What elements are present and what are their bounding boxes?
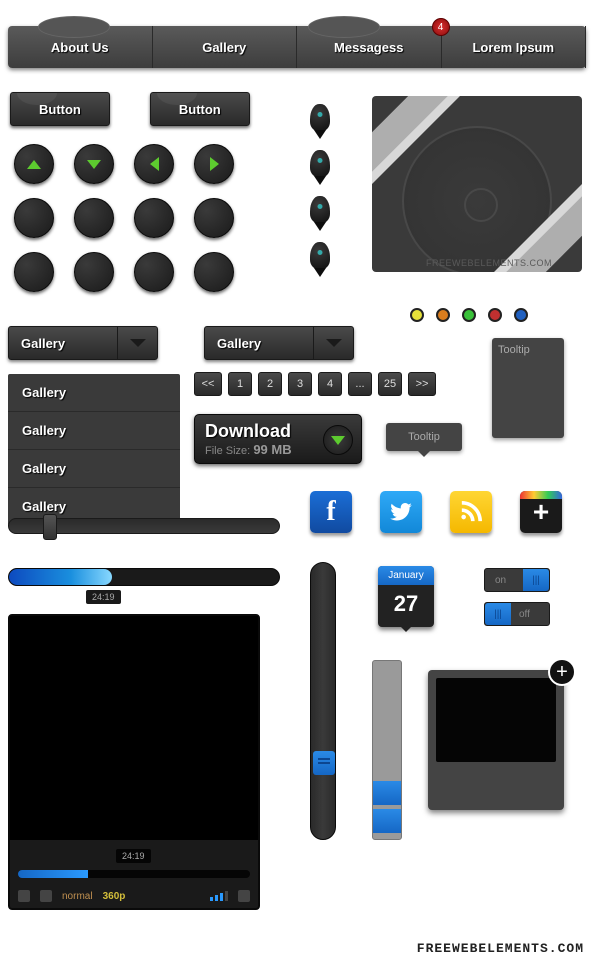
top-nav: About Us Gallery Messagess Lorem Ipsum 4	[8, 26, 586, 68]
slider-vertical[interactable]	[310, 562, 336, 840]
toggle-label: off	[511, 609, 530, 620]
stop-button[interactable]	[40, 890, 52, 902]
notification-badge: 4	[432, 18, 450, 36]
card-image	[436, 678, 556, 762]
toggle-grip	[523, 569, 549, 591]
page-num[interactable]: 25	[378, 372, 402, 396]
menu-item[interactable]: Gallery	[8, 450, 180, 488]
download-button[interactable]: Download File Size: 99 MB	[194, 414, 362, 464]
fullscreen-button[interactable]	[238, 890, 250, 902]
round-button[interactable]	[74, 252, 114, 292]
swatch[interactable]	[462, 308, 476, 322]
page-num[interactable]: 3	[288, 372, 312, 396]
toggle-grip	[485, 603, 511, 625]
toggle-off[interactable]: off	[484, 602, 550, 626]
page-num[interactable]: 4	[318, 372, 342, 396]
button-a[interactable]: Button	[10, 92, 110, 126]
swatch[interactable]	[488, 308, 502, 322]
color-swatches	[410, 308, 528, 322]
chevron-down-icon	[323, 425, 353, 455]
arrow-right-icon[interactable]	[194, 144, 234, 184]
social-buttons: f +	[310, 491, 562, 533]
footer-watermark: FREEWEBELEMENTS.COM	[417, 941, 584, 956]
map-pins	[310, 104, 330, 270]
quality-label: normal	[62, 891, 93, 902]
dropdown-label: Gallery	[205, 336, 313, 351]
toggle-label: on	[485, 575, 506, 586]
button-b[interactable]: Button	[150, 92, 250, 126]
page-num[interactable]: 2	[258, 372, 282, 396]
calendar-month: January	[378, 566, 434, 585]
pin-icon[interactable]	[310, 150, 330, 178]
progress-bar	[8, 568, 280, 586]
chevron-down-icon	[313, 327, 353, 359]
progress-fill	[9, 569, 112, 585]
tooltip-small: Tooltip	[386, 423, 462, 451]
slider-horizontal[interactable]	[8, 518, 280, 534]
nav-tab-lorem[interactable]: Lorem Ipsum	[442, 26, 587, 68]
page-ellipsis: ...	[348, 372, 372, 396]
dropdown-label: Gallery	[9, 336, 117, 351]
nav-tab-gallery[interactable]: Gallery	[153, 26, 298, 68]
arrow-up-icon[interactable]	[14, 144, 54, 184]
toggle-on[interactable]: on	[484, 568, 550, 592]
page-num[interactable]: 1	[228, 372, 252, 396]
nav-tab-messages[interactable]: Messagess	[297, 26, 442, 68]
nav-tab-about[interactable]: About Us	[8, 26, 153, 68]
play-button[interactable]	[18, 890, 30, 902]
facebook-icon[interactable]: f	[310, 491, 352, 533]
add-button[interactable]: +	[548, 658, 576, 686]
swatch[interactable]	[514, 308, 528, 322]
swatch[interactable]	[436, 308, 450, 322]
pin-icon[interactable]	[310, 242, 330, 270]
seek-bar[interactable]	[18, 870, 250, 878]
menu-item[interactable]: Gallery	[8, 374, 180, 412]
quality-value[interactable]: 360p	[103, 891, 126, 902]
video-screen[interactable]	[10, 616, 258, 840]
slider-knob[interactable]	[43, 514, 57, 540]
pin-icon[interactable]	[310, 196, 330, 224]
dropdown-a[interactable]: Gallery	[8, 326, 158, 360]
page-prev[interactable]: <<	[194, 372, 222, 396]
round-button[interactable]	[134, 198, 174, 238]
arrow-down-icon[interactable]	[74, 144, 114, 184]
range-vertical[interactable]	[372, 660, 402, 840]
page-next[interactable]: >>	[408, 372, 436, 396]
album-art: FREEWEBELEMENTS.COM	[372, 96, 582, 272]
swatch[interactable]	[410, 308, 424, 322]
tooltip-large: Tooltip	[492, 338, 564, 438]
menu-list: Gallery Gallery Gallery Gallery	[8, 374, 180, 526]
rss-icon[interactable]	[450, 491, 492, 533]
range-handle[interactable]	[373, 781, 401, 805]
menu-item[interactable]: Gallery	[8, 412, 180, 450]
calendar-widget[interactable]: January 27	[378, 566, 434, 627]
range-handle[interactable]	[373, 809, 401, 833]
player-time: 24:19	[116, 849, 151, 863]
slider-knob[interactable]	[313, 751, 335, 775]
dropdown-b[interactable]: Gallery	[204, 326, 354, 360]
add-icon[interactable]: +	[520, 491, 562, 533]
signal-icon	[210, 891, 228, 901]
round-button[interactable]	[194, 198, 234, 238]
video-player: 24:19 normal 360p	[8, 614, 260, 910]
pin-icon[interactable]	[310, 104, 330, 132]
round-button[interactable]	[14, 252, 54, 292]
round-button[interactable]	[134, 252, 174, 292]
progress-time: 24:19	[86, 590, 121, 604]
chevron-down-icon	[117, 327, 157, 359]
calendar-day: 27	[378, 585, 434, 627]
round-button[interactable]	[14, 198, 54, 238]
round-button[interactable]	[194, 252, 234, 292]
twitter-icon[interactable]	[380, 491, 422, 533]
round-button[interactable]	[74, 198, 114, 238]
pagination: << 1 2 3 4 ... 25 >>	[194, 372, 436, 396]
image-card: +	[428, 670, 564, 810]
arrow-left-icon[interactable]	[134, 144, 174, 184]
watermark: FREEWEBELEMENTS.COM	[426, 258, 552, 268]
